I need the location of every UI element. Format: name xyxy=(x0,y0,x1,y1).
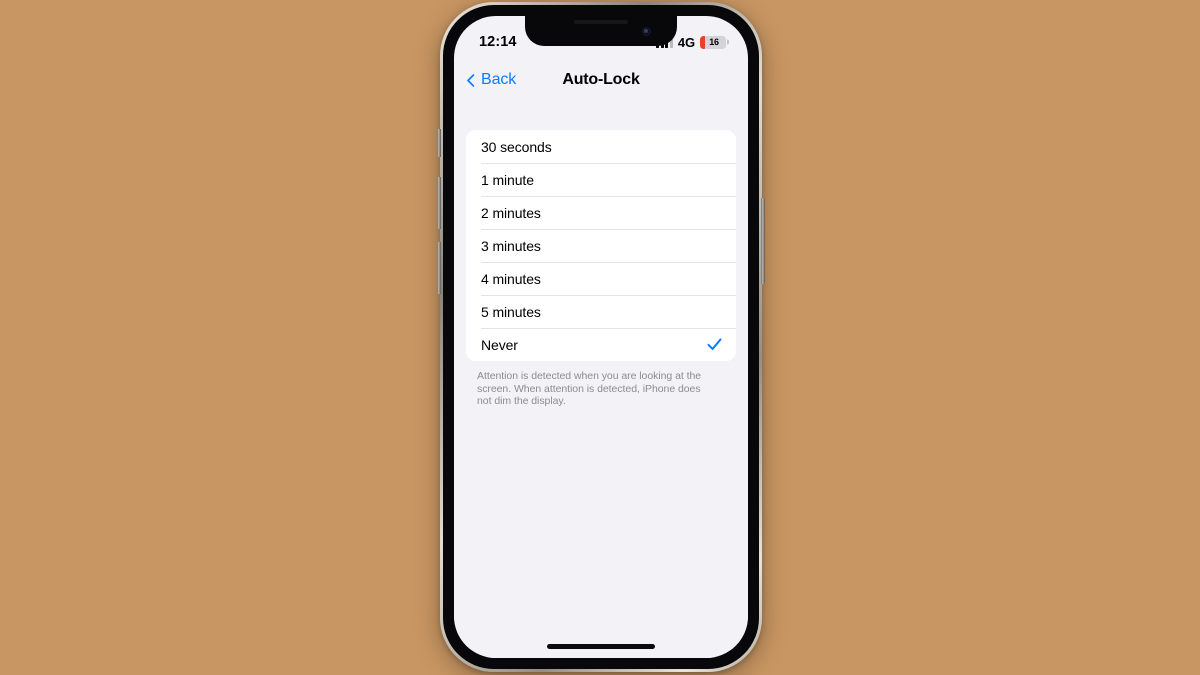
option-row[interactable]: 5 minutes xyxy=(466,295,736,328)
iphone-device-frame: 12:14 4G 16 Back Auto-Lock 30 seconds 1 … xyxy=(437,2,765,672)
chevron-left-icon xyxy=(467,73,475,87)
footer-description: Attention is detected when you are looki… xyxy=(477,370,702,408)
option-label: 1 minute xyxy=(481,171,534,188)
status-bar-clock: 12:14 xyxy=(479,34,517,50)
back-button[interactable]: Back xyxy=(454,71,516,89)
navigation-bar: Back Auto-Lock xyxy=(454,58,748,102)
checkmark-icon xyxy=(707,338,722,350)
option-label: 4 minutes xyxy=(481,270,541,287)
option-row[interactable]: 30 seconds xyxy=(466,130,736,163)
option-row[interactable]: Never xyxy=(466,328,736,361)
device-bezel: 12:14 4G 16 Back Auto-Lock 30 seconds 1 … xyxy=(443,5,759,669)
power-button[interactable] xyxy=(761,198,765,284)
option-label: 30 seconds xyxy=(481,138,552,155)
phone-screen: 12:14 4G 16 Back Auto-Lock 30 seconds 1 … xyxy=(454,16,748,658)
battery-percentage-label: 16 xyxy=(709,37,719,47)
home-indicator[interactable] xyxy=(547,644,655,649)
battery-icon: 16 xyxy=(700,35,729,49)
option-row[interactable]: 4 minutes xyxy=(466,262,736,295)
settings-content: 30 seconds 1 minute 2 minutes 3 minutes 4 mi… xyxy=(454,102,748,658)
option-row[interactable]: 1 minute xyxy=(466,163,736,196)
option-label: 5 minutes xyxy=(481,303,541,320)
option-row[interactable]: 3 minutes xyxy=(466,229,736,262)
back-button-label: Back xyxy=(481,71,517,88)
volume-up-button[interactable] xyxy=(437,177,441,229)
option-row[interactable]: 2 minutes xyxy=(466,196,736,229)
silence-switch[interactable] xyxy=(437,129,441,157)
option-label: 3 minutes xyxy=(481,237,541,254)
front-camera-icon xyxy=(642,27,651,36)
display-notch xyxy=(525,16,677,46)
option-label: Never xyxy=(481,336,518,353)
earpiece-speaker-icon xyxy=(574,20,628,24)
network-type-label: 4G xyxy=(677,34,695,50)
option-label: 2 minutes xyxy=(481,204,541,221)
volume-down-button[interactable] xyxy=(437,242,441,294)
auto-lock-options-list: 30 seconds 1 minute 2 minutes 3 minutes 4 mi… xyxy=(466,130,736,361)
battery-terminal-icon xyxy=(727,39,729,45)
screenshot-canvas: 12:14 4G 16 Back Auto-Lock 30 seconds 1 … xyxy=(0,0,1200,675)
